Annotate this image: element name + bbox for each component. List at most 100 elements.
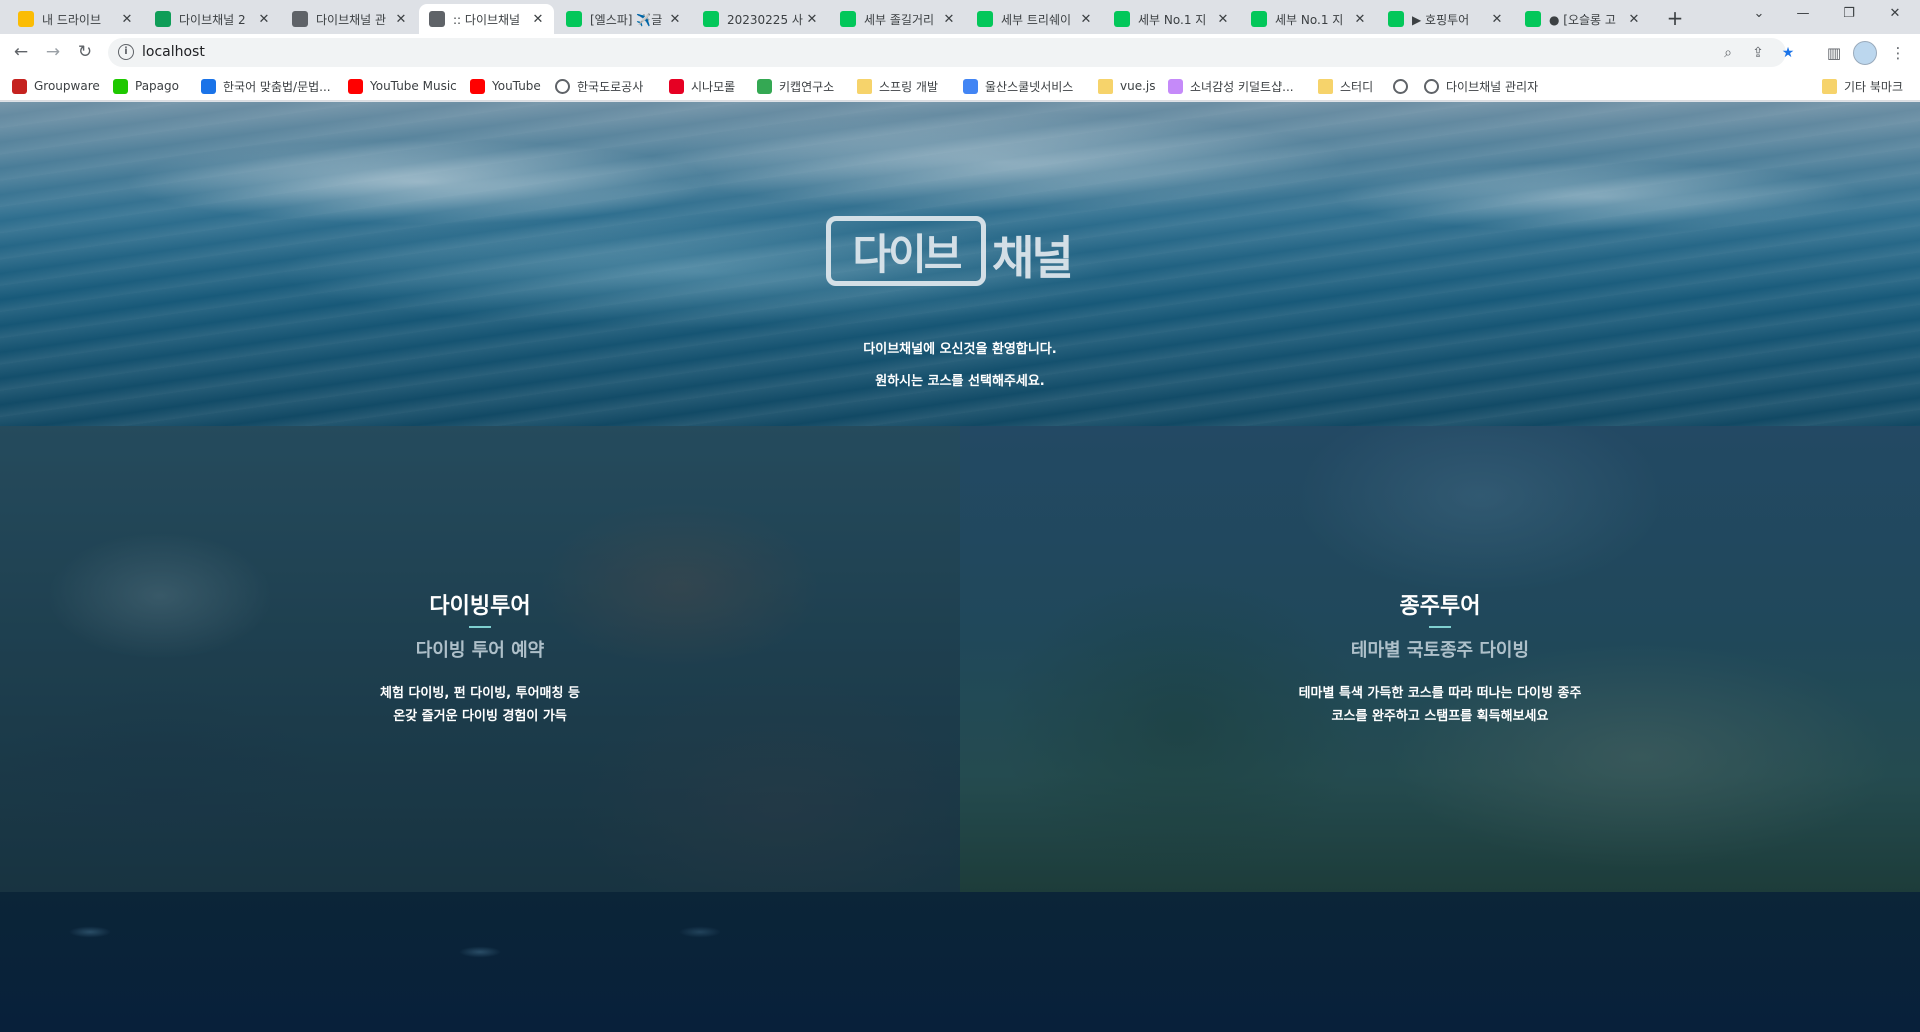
close-tab-icon[interactable]: ✕ [119,12,135,27]
close-tab-icon[interactable]: ✕ [256,12,272,27]
tab-title: 세부 No.1 지 [1138,12,1207,27]
naver-blog-icon [566,11,582,27]
restore-button[interactable]: ❐ [1826,0,1872,30]
minimize-button[interactable]: — [1780,0,1826,30]
tab-search-icon[interactable]: ⌄ [1736,0,1782,30]
close-tab-icon[interactable]: ✕ [941,12,957,27]
page-content: 다이브 채널 다이브채널에 오신것을 환영합니다. 원하시는 코스를 선택해주세… [0,102,1920,1032]
naver-blog-icon [703,11,719,27]
tab-0[interactable]: 내 드라이브 ✕ [8,4,143,34]
close-tab-icon[interactable]: ✕ [393,12,409,27]
youtube-icon [470,78,485,94]
logo-boxed-text: 다이브 [852,229,963,279]
profile-avatar[interactable] [1853,41,1877,65]
globe-icon [292,11,308,27]
share-icon[interactable]: ⇪ [1748,43,1768,63]
diving-tour-desc-line-2: 온갖 즐거운 다이빙 경험이 가득 [393,709,567,724]
bookmark-label: 한국어 맞춤법/문법... [223,79,331,94]
sheets-icon [155,11,171,27]
jongju-tour-desc-line-2: 코스를 완주하고 스탬프를 획득해보세요 [1331,709,1549,724]
close-tab-icon[interactable]: ✕ [1352,12,1368,27]
bookmark-item[interactable]: YouTube Music [348,77,457,95]
reload-icon[interactable]: ↻ [71,39,99,67]
tab-title: ● [오슬롱 고 [1549,12,1616,27]
tab-6[interactable]: 세부 졸길거리 ✕ [830,4,965,34]
bookmark-label: 키캡연구소 [779,79,835,94]
jongju-tour-content: 종주투어 테마별 국토종주 다이빙 테마별 특색 가득한 코스를 따라 떠나는 … [960,588,1920,728]
address-url[interactable]: localhost [142,44,205,60]
close-tab-icon[interactable]: ✕ [1215,12,1231,27]
tab-8[interactable]: 세부 No.1 지 ✕ [1104,4,1239,34]
close-tab-icon[interactable]: ✕ [1489,12,1505,27]
bookmark-item[interactable]: 한국도로공사 [555,77,643,95]
close-tab-icon[interactable]: ✕ [1078,12,1094,27]
tab-title: 20230225 사 [727,12,803,27]
tab-4[interactable]: [엘스파] ✈️글 ✕ [556,4,691,34]
new-tab-button[interactable]: + [1662,6,1688,32]
diving-tour-content: 다이빙투어 다이빙 투어 예약 체험 다이빙, 펀 다이빙, 투어매칭 등 온갖… [0,588,960,728]
site-info-icon[interactable]: i [118,44,134,60]
tab-5[interactable]: 20230225 사 ✕ [693,4,828,34]
jongju-tour-card[interactable]: 종주투어 테마별 국토종주 다이빙 테마별 특색 가득한 코스를 따라 떠나는 … [960,426,1920,892]
side-panel-icon[interactable]: ▥ [1820,39,1848,67]
keycap-icon [757,78,772,94]
bookmarks-bar: Groupware Papago 한국어 맞춤법/문법... YouTube Musi… [0,71,1920,101]
bookmark-item[interactable]: Papago [113,77,179,95]
welcome-line-1: 다이브채널에 오신것을 환영합니다. [863,342,1057,357]
bookmark-item[interactable]: 다이브채널 관리자 [1424,77,1538,95]
tab-2[interactable]: 다이브채널 관 ✕ [282,4,417,34]
diving-tour-card[interactable]: 다이빙투어 다이빙 투어 예약 체험 다이빙, 펀 다이빙, 투어매칭 등 온갖… [0,426,960,892]
bookmark-label: YouTube [492,79,541,93]
address-bar[interactable]: i localhost ⌕ ⇪ ★ [108,38,1794,67]
bookmark-item[interactable]: Groupware [12,77,100,95]
bookmark-item[interactable]: 한국어 맞춤법/문법... [201,77,331,95]
tab-7[interactable]: 세부 트리쉐이 ✕ [967,4,1102,34]
pinterest-icon [669,78,684,94]
papago-icon [113,78,128,94]
tab-1[interactable]: 다이브채널 2 ✕ [145,4,280,34]
bookmark-item[interactable]: 울산스쿨넷서비스 [963,77,1073,95]
bookmark-item[interactable] [1393,77,1415,95]
bookmark-item[interactable]: 스터디 [1318,77,1373,95]
tab-title: 세부 트리쉐이 [1001,12,1072,27]
tab-title: 세부 No.1 지 [1275,12,1344,27]
diving-tour-desc-line-1: 체험 다이빙, 펀 다이빙, 투어매칭 등 [380,686,580,701]
bottom-section [0,892,1920,1032]
dive-channel-logo[interactable]: 다이브 채널 [826,216,1096,286]
bookmark-label: 스터디 [1340,79,1374,94]
bookmark-item[interactable]: 소녀감성 키덜트샵... [1168,77,1294,95]
google-drive-icon [18,11,34,27]
bookmark-item[interactable]: vue.js [1098,77,1156,95]
globe-icon [429,11,445,27]
bookmark-item[interactable]: YouTube [470,77,541,95]
close-tab-icon[interactable]: ✕ [804,12,820,27]
close-window-button[interactable]: ✕ [1872,0,1918,30]
tab-title: 세부 졸길거리 [864,12,935,27]
youtube-music-icon [348,78,363,94]
bookmark-item[interactable]: 시나모롤 [669,77,735,95]
bookmark-item[interactable]: 스프링 개발 [857,77,938,95]
forward-icon[interactable]: → [39,39,67,67]
zoom-icon[interactable]: ⌕ [1718,43,1738,63]
menu-icon[interactable]: ⋮ [1884,39,1912,67]
bookmark-item[interactable]: 키캡연구소 [757,77,834,95]
bookmark-label: 한국도로공사 [577,79,644,94]
other-bookmarks[interactable]: 기타 북마크 [1822,77,1903,95]
naver-blog-icon [1114,11,1130,27]
tab-9[interactable]: 세부 No.1 지 ✕ [1241,4,1376,34]
tab-strip: 내 드라이브 ✕ 다이브채널 2 ✕ 다이브채널 관 ✕:: 다이브채널 ✕ [엘스파] ✈️… [0,0,1920,34]
bookmark-star-icon[interactable]: ★ [1778,43,1798,63]
hero-banner: 다이브 채널 다이브채널에 오신것을 환영합니다. 원하시는 코스를 선택해주세… [0,102,1920,426]
close-tab-icon[interactable]: ✕ [1626,12,1642,27]
diving-tour-description: 체험 다이빙, 펀 다이빙, 투어매칭 등 온갖 즐거운 다이빙 경험이 가득 [0,682,960,728]
tab-10[interactable]: ▶ 호핑투어 ✕ [1378,4,1513,34]
tab-11[interactable]: ● [오슬롱 고 ✕ [1515,4,1650,34]
tab-3[interactable]: :: 다이브채널 ✕ [419,4,554,34]
tab-title: 다이브채널 관 [316,12,387,27]
close-tab-icon[interactable]: ✕ [530,12,546,27]
back-icon[interactable]: ← [7,39,35,67]
folder-icon [1098,78,1113,94]
close-tab-icon[interactable]: ✕ [667,12,683,27]
diving-tour-title: 다이빙투어 [429,594,531,619]
jongju-tour-description: 테마별 특색 가득한 코스를 따라 떠나는 다이빙 종주 코스를 완주하고 스탬… [960,682,1920,728]
